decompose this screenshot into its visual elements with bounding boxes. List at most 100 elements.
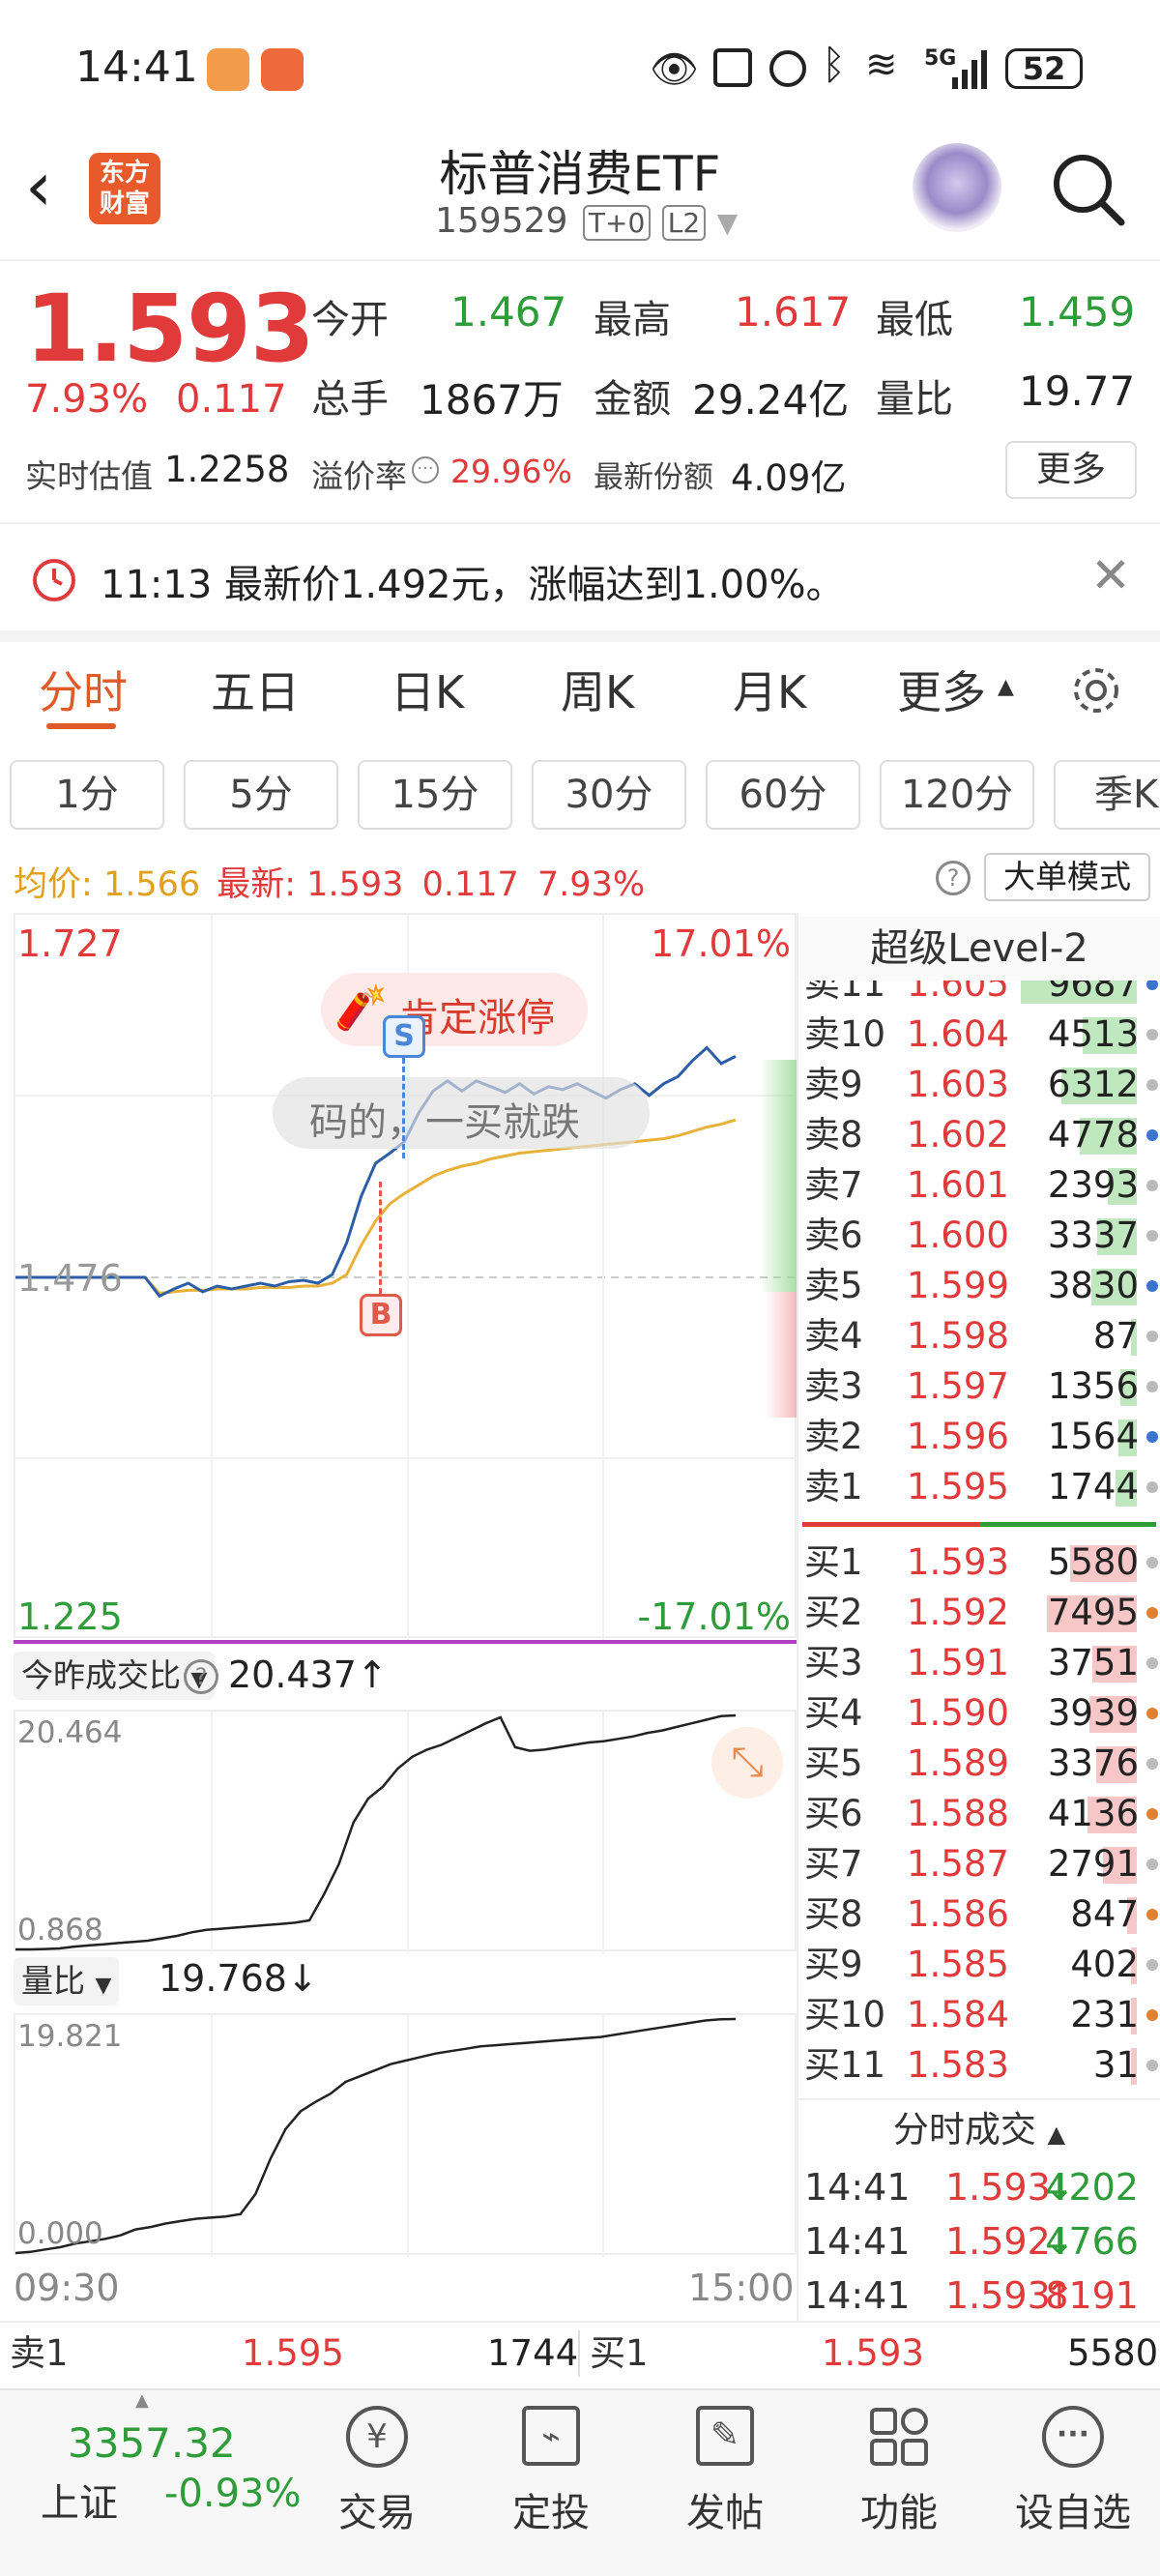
period-5min-button[interactable]: 5分 — [184, 760, 338, 830]
ask-row[interactable]: 卖5 1.599 3830 — [802, 1261, 1160, 1311]
trade-volume: 4766 — [1045, 2220, 1139, 2263]
ask-row[interactable]: 卖1 1.595 1744 — [802, 1462, 1160, 1512]
y-max-label: 1.727 — [17, 922, 123, 965]
status-dot — [1146, 1230, 1158, 1242]
orderbook-title[interactable]: 超级Level-2 — [798, 917, 1160, 981]
more-button[interactable]: 更多 — [1005, 441, 1137, 499]
level-label: 买9 — [804, 1944, 863, 1985]
bid-row[interactable]: 买1 1.593 5580 — [802, 1537, 1160, 1588]
ask-row[interactable]: 卖8 1.602 4778 — [802, 1110, 1160, 1160]
bid-row[interactable]: 买11 1.583 31 — [802, 2040, 1160, 2091]
bid-row[interactable]: 买2 1.592 7495 — [802, 1588, 1160, 1638]
level-label: 买7 — [804, 1843, 863, 1885]
ask-row[interactable]: 卖2 1.596 1564 — [802, 1412, 1160, 1462]
wifi-icon: ≋ — [865, 43, 898, 87]
limit-up-badge[interactable]: 🧨 肯定涨停 — [321, 973, 588, 1046]
level-label: 买10 — [804, 1994, 886, 2035]
close-icon[interactable]: ✕ — [1090, 547, 1131, 603]
t0-tag: T+0 — [582, 205, 652, 241]
tab-weekly-k[interactable]: 周K — [561, 658, 634, 721]
share-label: 最新份额 — [594, 460, 713, 495]
period-season-k-button[interactable]: 季K — [1054, 760, 1160, 830]
status-dot — [1146, 1808, 1158, 1820]
ask-row[interactable]: 卖7 1.601 2393 — [802, 1160, 1160, 1211]
caret-up-icon: ▲ — [1047, 2121, 1066, 2148]
bid-row[interactable]: 买4 1.590 3939 — [802, 1688, 1160, 1739]
tab-five-day[interactable]: 五日 — [211, 658, 300, 721]
dropdown-icon: ▼ — [95, 1974, 112, 1998]
period-1min-button[interactable]: 1分 — [10, 760, 164, 830]
indicator2-selector[interactable]: 量比 ▼ — [14, 1957, 120, 2005]
ask-row[interactable]: 卖9 1.603 6312 — [802, 1060, 1160, 1110]
tab-intraday[interactable]: 分时 — [39, 658, 128, 721]
index-ticker[interactable]: 3357.32 上证 -0.93% — [39, 2419, 309, 2555]
help-icon[interactable]: ? — [184, 1659, 218, 1694]
sell-marker[interactable]: S — [383, 1015, 425, 1058]
level-volume: 5580 — [1047, 1541, 1139, 1583]
trades-header[interactable]: 分时成交 ▲ — [798, 2104, 1160, 2156]
robot-assistant-icon[interactable] — [913, 143, 1001, 232]
price-alert-bar[interactable]: 11:13 最新价1.492元，涨幅达到1.00%。 ✕ — [0, 524, 1160, 630]
bottom-bid-vol: 5580 — [1067, 2332, 1159, 2374]
buy-marker[interactable]: B — [360, 1294, 402, 1336]
bid-row[interactable]: 买8 1.586 847 — [802, 1889, 1160, 1940]
ask-row[interactable]: 卖10 1.604 4513 — [802, 1010, 1160, 1060]
level-price: 1.600 — [907, 1215, 1009, 1256]
bid-row[interactable]: 买10 1.584 231 — [802, 1990, 1160, 2040]
ask-row[interactable]: 卖6 1.600 3337 — [802, 1211, 1160, 1261]
status-dot — [1146, 1959, 1158, 1971]
status-dot — [1146, 1557, 1158, 1568]
period-60min-button[interactable]: 60分 — [706, 760, 860, 830]
indicator2-svg — [14, 2015, 737, 2257]
status-bar: 14:41 👁 ᛒ ≋ 5G 52 — [0, 0, 1160, 135]
level-label: 卖3 — [804, 1365, 863, 1407]
expand-icon[interactable]: ⤡ — [711, 1727, 783, 1799]
bottom-quote-strip: 卖1 1.595 1744 买1 1.593 5580 — [0, 2325, 1160, 2383]
comment-bubble[interactable]: 码的，一买就跌 — [273, 1077, 650, 1149]
app-logo[interactable]: 东方 财富 — [89, 153, 160, 224]
ask-row[interactable]: 卖4 1.598 87 — [802, 1311, 1160, 1361]
level-price: 1.599 — [907, 1265, 1009, 1306]
spacer — [0, 630, 1160, 642]
bid-row[interactable]: 买9 1.585 402 — [802, 1940, 1160, 1990]
status-dot — [1146, 1431, 1158, 1443]
stock-code-row[interactable]: 159529 T+0 L2 ▼ — [435, 201, 738, 244]
avg-value: 1.566 — [102, 865, 201, 904]
bid-row[interactable]: 买6 1.588 4136 — [802, 1789, 1160, 1839]
intraday-chart[interactable]: 1.727 17.01% 1.476 1.225 -17.01% 🧨 肯定涨停 … — [14, 913, 798, 1640]
tab-monthly-k[interactable]: 月K — [733, 658, 806, 721]
indicator2-chart[interactable]: 19.821 0.000 — [14, 2013, 797, 2257]
alarm-icon — [769, 50, 806, 87]
tab-more[interactable]: 更多 — [897, 658, 986, 721]
bid-row[interactable]: 买7 1.587 2791 — [802, 1839, 1160, 1889]
big-order-mode-button[interactable]: 大单模式 — [984, 853, 1150, 901]
search-icon[interactable] — [1050, 151, 1127, 228]
bid-row[interactable]: 买5 1.589 3376 — [802, 1739, 1160, 1789]
level-label: 买6 — [804, 1793, 863, 1834]
settings-gear-icon[interactable] — [1067, 661, 1125, 719]
stock-title[interactable]: 标普消费ETF — [290, 135, 870, 205]
premium-info-icon[interactable]: ··· — [412, 456, 439, 483]
level-label: 卖9 — [804, 1064, 863, 1105]
tab-daily-k[interactable]: 日K — [391, 658, 464, 721]
bid-row[interactable]: 买3 1.591 3751 — [802, 1638, 1160, 1688]
level-label: 买3 — [804, 1642, 863, 1683]
open-value: 1.467 — [450, 288, 567, 336]
back-button[interactable]: ‹ — [25, 153, 52, 220]
help-icon[interactable]: ? — [936, 861, 971, 895]
stock-code: 159529 — [435, 201, 568, 241]
spread-divider — [802, 1522, 1156, 1527]
period-30min-button[interactable]: 30分 — [532, 760, 686, 830]
divider — [578, 2330, 580, 2377]
level-label: 卖6 — [804, 1215, 863, 1256]
dropdown-icon: ▼ — [716, 207, 739, 239]
premium-label: 溢价率 — [311, 457, 407, 495]
quote-panel: 1.593 7.93% 0.117 今开 1.467 最高 1.617 最低 1… — [0, 261, 1160, 522]
ask-row[interactable]: 卖3 1.597 1356 — [802, 1361, 1160, 1412]
y-min-pct-label: -17.01% — [637, 1595, 791, 1638]
indicator1-chart[interactable]: 20.464 0.868 ⤡ — [14, 1710, 797, 1953]
period-15min-button[interactable]: 15分 — [358, 760, 512, 830]
period-120min-button[interactable]: 120分 — [880, 760, 1034, 830]
trade-volume: 4202 — [1045, 2166, 1139, 2209]
level-label: 买8 — [804, 1893, 863, 1935]
